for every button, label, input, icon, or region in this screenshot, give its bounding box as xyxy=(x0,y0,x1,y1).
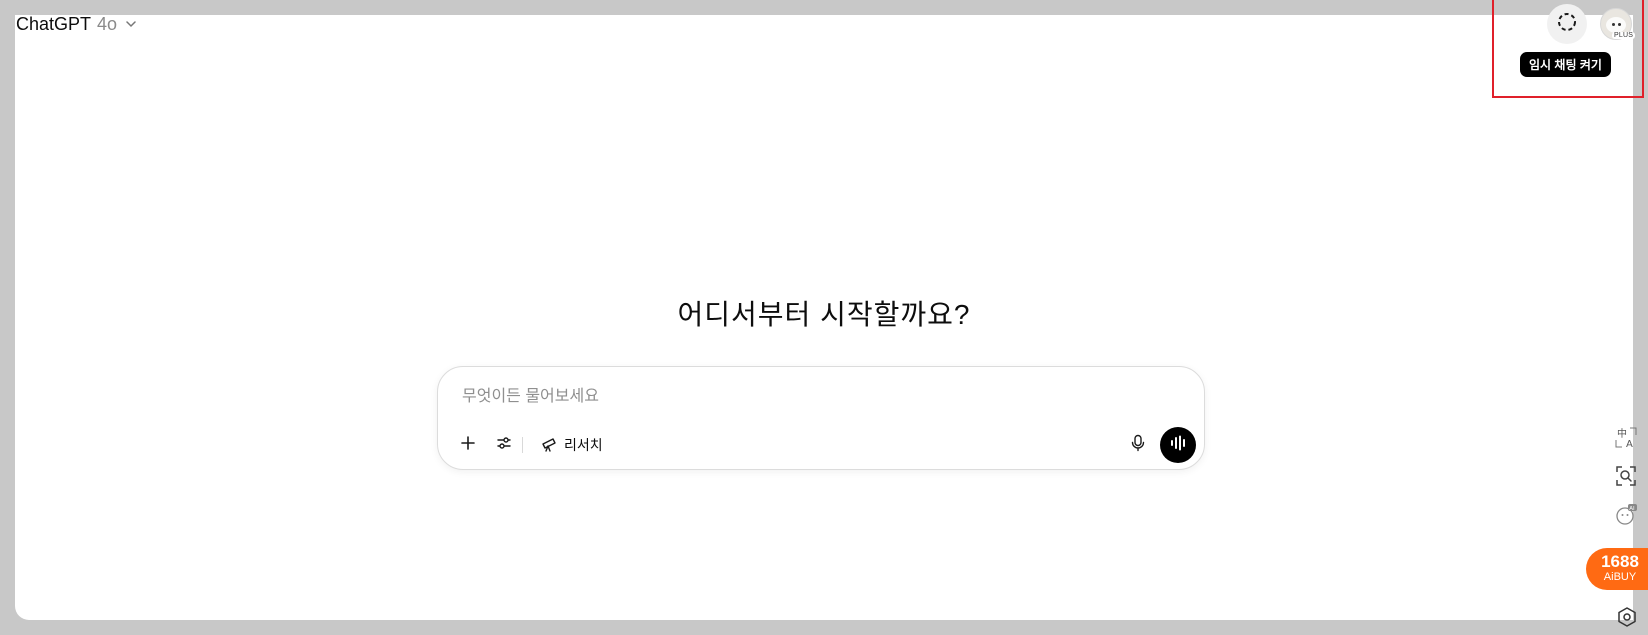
screen-search-icon[interactable] xyxy=(1612,462,1640,490)
voice-mode-button[interactable] xyxy=(1160,427,1196,463)
app-name: ChatGPT xyxy=(16,14,92,34)
aibuy-button[interactable]: 1688 AiBUY xyxy=(1586,548,1648,590)
sliders-icon xyxy=(496,435,512,456)
plus-icon xyxy=(460,435,476,456)
research-button[interactable]: 리서치 xyxy=(534,430,609,460)
tools-button[interactable] xyxy=(490,431,518,459)
svg-text:A: A xyxy=(1626,439,1633,450)
toolbar-divider xyxy=(522,437,523,453)
model-version: 4o xyxy=(97,14,118,34)
chevron-down-icon xyxy=(123,14,137,35)
add-attachment-button[interactable] xyxy=(454,431,482,459)
highlight-annotation xyxy=(1492,0,1644,98)
model-selector[interactable]: ChatGPT 4o xyxy=(16,14,137,35)
voice-wave-icon xyxy=(1169,435,1187,456)
dictate-button[interactable] xyxy=(1124,431,1152,459)
message-composer: 리서치 xyxy=(437,366,1205,470)
page-title: 어디서부터 시작할까요? xyxy=(677,299,971,330)
prompt-input[interactable] xyxy=(460,387,1164,407)
telescope-icon xyxy=(540,435,558,456)
aibuy-text: AiBUY xyxy=(1603,571,1637,583)
ai-assistant-icon[interactable]: AI xyxy=(1612,500,1640,528)
aibuy-number: 1688 xyxy=(1601,552,1639,571)
microphone-icon xyxy=(1130,434,1146,457)
settings-hex-button[interactable] xyxy=(1614,606,1640,632)
settings-hex-icon xyxy=(1616,606,1638,633)
translate-icon[interactable]: 中 A xyxy=(1612,424,1640,452)
svg-text:AI: AI xyxy=(1629,506,1635,512)
research-label: 리서치 xyxy=(564,437,603,453)
